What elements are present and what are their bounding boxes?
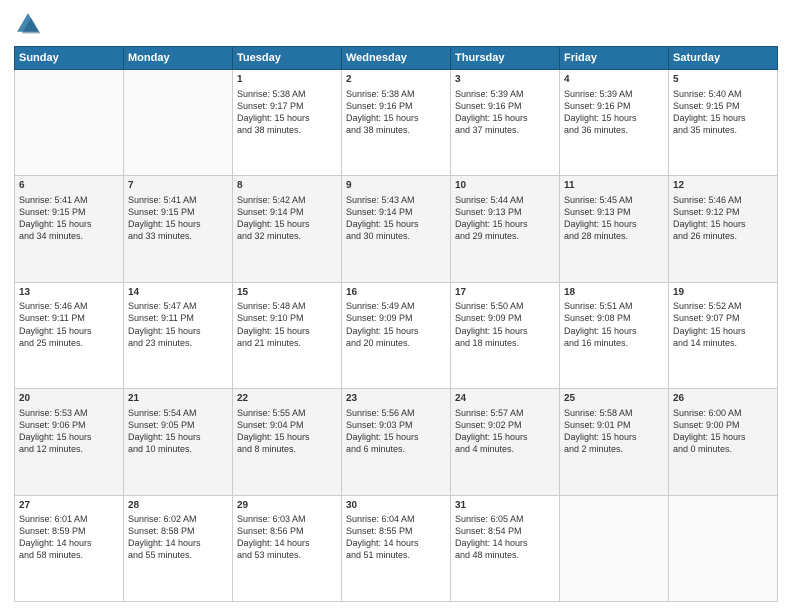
calendar-cell: 31Sunrise: 6:05 AMSunset: 8:54 PMDayligh… xyxy=(451,495,560,601)
calendar-cell: 18Sunrise: 5:51 AMSunset: 9:08 PMDayligh… xyxy=(560,282,669,388)
day-number: 19 xyxy=(673,286,773,300)
day-number: 29 xyxy=(237,499,337,513)
calendar-cell xyxy=(669,495,778,601)
day-number: 1 xyxy=(237,73,337,87)
day-number: 5 xyxy=(673,73,773,87)
day-number: 8 xyxy=(237,179,337,193)
calendar-cell: 12Sunrise: 5:46 AMSunset: 9:12 PMDayligh… xyxy=(669,176,778,282)
calendar-cell: 22Sunrise: 5:55 AMSunset: 9:04 PMDayligh… xyxy=(233,389,342,495)
logo xyxy=(14,10,46,38)
calendar-cell: 19Sunrise: 5:52 AMSunset: 9:07 PMDayligh… xyxy=(669,282,778,388)
calendar-cell: 15Sunrise: 5:48 AMSunset: 9:10 PMDayligh… xyxy=(233,282,342,388)
day-number: 25 xyxy=(564,392,664,406)
calendar-cell: 16Sunrise: 5:49 AMSunset: 9:09 PMDayligh… xyxy=(342,282,451,388)
day-number: 27 xyxy=(19,499,119,513)
page: SundayMondayTuesdayWednesdayThursdayFrid… xyxy=(0,0,792,612)
calendar-cell: 2Sunrise: 5:38 AMSunset: 9:16 PMDaylight… xyxy=(342,70,451,176)
day-number: 17 xyxy=(455,286,555,300)
calendar-row: 1Sunrise: 5:38 AMSunset: 9:17 PMDaylight… xyxy=(15,70,778,176)
calendar-cell: 17Sunrise: 5:50 AMSunset: 9:09 PMDayligh… xyxy=(451,282,560,388)
calendar-cell: 11Sunrise: 5:45 AMSunset: 9:13 PMDayligh… xyxy=(560,176,669,282)
day-number: 14 xyxy=(128,286,228,300)
calendar-table: SundayMondayTuesdayWednesdayThursdayFrid… xyxy=(14,46,778,602)
calendar-cell: 14Sunrise: 5:47 AMSunset: 9:11 PMDayligh… xyxy=(124,282,233,388)
calendar-cell: 5Sunrise: 5:40 AMSunset: 9:15 PMDaylight… xyxy=(669,70,778,176)
day-number: 15 xyxy=(237,286,337,300)
weekday-header-thursday: Thursday xyxy=(451,47,560,70)
day-number: 12 xyxy=(673,179,773,193)
weekday-header-tuesday: Tuesday xyxy=(233,47,342,70)
calendar-cell: 13Sunrise: 5:46 AMSunset: 9:11 PMDayligh… xyxy=(15,282,124,388)
calendar-cell: 3Sunrise: 5:39 AMSunset: 9:16 PMDaylight… xyxy=(451,70,560,176)
logo-icon xyxy=(14,10,42,38)
calendar-cell: 8Sunrise: 5:42 AMSunset: 9:14 PMDaylight… xyxy=(233,176,342,282)
day-number: 24 xyxy=(455,392,555,406)
day-number: 6 xyxy=(19,179,119,193)
weekday-header-row: SundayMondayTuesdayWednesdayThursdayFrid… xyxy=(15,47,778,70)
day-number: 13 xyxy=(19,286,119,300)
calendar-cell: 30Sunrise: 6:04 AMSunset: 8:55 PMDayligh… xyxy=(342,495,451,601)
day-number: 10 xyxy=(455,179,555,193)
day-number: 20 xyxy=(19,392,119,406)
weekday-header-monday: Monday xyxy=(124,47,233,70)
calendar-cell: 4Sunrise: 5:39 AMSunset: 9:16 PMDaylight… xyxy=(560,70,669,176)
calendar-row: 13Sunrise: 5:46 AMSunset: 9:11 PMDayligh… xyxy=(15,282,778,388)
weekday-header-friday: Friday xyxy=(560,47,669,70)
calendar-cell: 6Sunrise: 5:41 AMSunset: 9:15 PMDaylight… xyxy=(15,176,124,282)
day-number: 4 xyxy=(564,73,664,87)
day-number: 30 xyxy=(346,499,446,513)
calendar-cell: 20Sunrise: 5:53 AMSunset: 9:06 PMDayligh… xyxy=(15,389,124,495)
calendar-row: 6Sunrise: 5:41 AMSunset: 9:15 PMDaylight… xyxy=(15,176,778,282)
day-number: 3 xyxy=(455,73,555,87)
calendar-row: 27Sunrise: 6:01 AMSunset: 8:59 PMDayligh… xyxy=(15,495,778,601)
calendar-cell xyxy=(15,70,124,176)
day-number: 21 xyxy=(128,392,228,406)
calendar-cell xyxy=(124,70,233,176)
weekday-header-sunday: Sunday xyxy=(15,47,124,70)
day-number: 26 xyxy=(673,392,773,406)
calendar-cell: 26Sunrise: 6:00 AMSunset: 9:00 PMDayligh… xyxy=(669,389,778,495)
calendar-cell: 10Sunrise: 5:44 AMSunset: 9:13 PMDayligh… xyxy=(451,176,560,282)
day-number: 9 xyxy=(346,179,446,193)
calendar-cell: 7Sunrise: 5:41 AMSunset: 9:15 PMDaylight… xyxy=(124,176,233,282)
day-number: 18 xyxy=(564,286,664,300)
day-number: 31 xyxy=(455,499,555,513)
calendar-cell xyxy=(560,495,669,601)
day-number: 16 xyxy=(346,286,446,300)
calendar-cell: 28Sunrise: 6:02 AMSunset: 8:58 PMDayligh… xyxy=(124,495,233,601)
header xyxy=(14,10,778,38)
calendar-cell: 21Sunrise: 5:54 AMSunset: 9:05 PMDayligh… xyxy=(124,389,233,495)
calendar-cell: 9Sunrise: 5:43 AMSunset: 9:14 PMDaylight… xyxy=(342,176,451,282)
weekday-header-wednesday: Wednesday xyxy=(342,47,451,70)
day-number: 2 xyxy=(346,73,446,87)
day-number: 28 xyxy=(128,499,228,513)
day-number: 23 xyxy=(346,392,446,406)
day-number: 7 xyxy=(128,179,228,193)
day-number: 11 xyxy=(564,179,664,193)
calendar-cell: 27Sunrise: 6:01 AMSunset: 8:59 PMDayligh… xyxy=(15,495,124,601)
calendar-row: 20Sunrise: 5:53 AMSunset: 9:06 PMDayligh… xyxy=(15,389,778,495)
calendar-cell: 1Sunrise: 5:38 AMSunset: 9:17 PMDaylight… xyxy=(233,70,342,176)
calendar-cell: 24Sunrise: 5:57 AMSunset: 9:02 PMDayligh… xyxy=(451,389,560,495)
calendar-cell: 25Sunrise: 5:58 AMSunset: 9:01 PMDayligh… xyxy=(560,389,669,495)
day-number: 22 xyxy=(237,392,337,406)
weekday-header-saturday: Saturday xyxy=(669,47,778,70)
calendar-cell: 23Sunrise: 5:56 AMSunset: 9:03 PMDayligh… xyxy=(342,389,451,495)
calendar-cell: 29Sunrise: 6:03 AMSunset: 8:56 PMDayligh… xyxy=(233,495,342,601)
